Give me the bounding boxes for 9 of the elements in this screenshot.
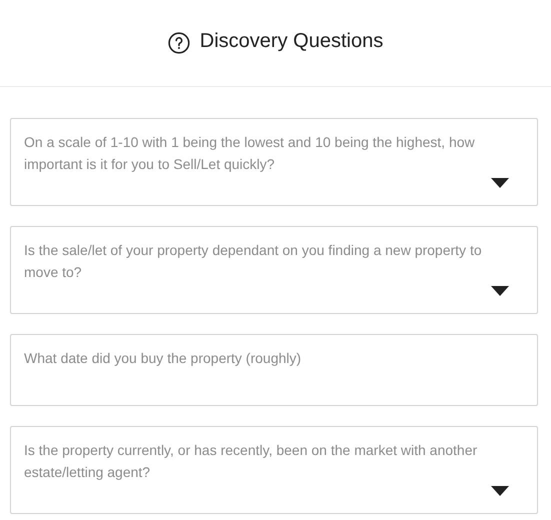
caret-icon — [491, 286, 509, 296]
caret-icon — [491, 486, 509, 496]
page-title: Discovery Questions — [200, 30, 384, 53]
dropdown-field[interactable]: Is the property currently, or has recently, been on the market with another estate/letting agent? — [10, 426, 538, 514]
dropdown-field[interactable]: Is the sale/let of your property dependant on you finding a new property to move to? — [10, 226, 538, 314]
caret-icon — [491, 178, 509, 188]
dropdown-field[interactable]: On a scale of 1-10 with 1 being the lowest and 10 being the highest, how important is it for you to Sell/Let quickly? — [10, 118, 538, 206]
help-icon — [168, 32, 190, 54]
text-field[interactable]: What date did you buy the property (roughly) — [10, 334, 538, 406]
